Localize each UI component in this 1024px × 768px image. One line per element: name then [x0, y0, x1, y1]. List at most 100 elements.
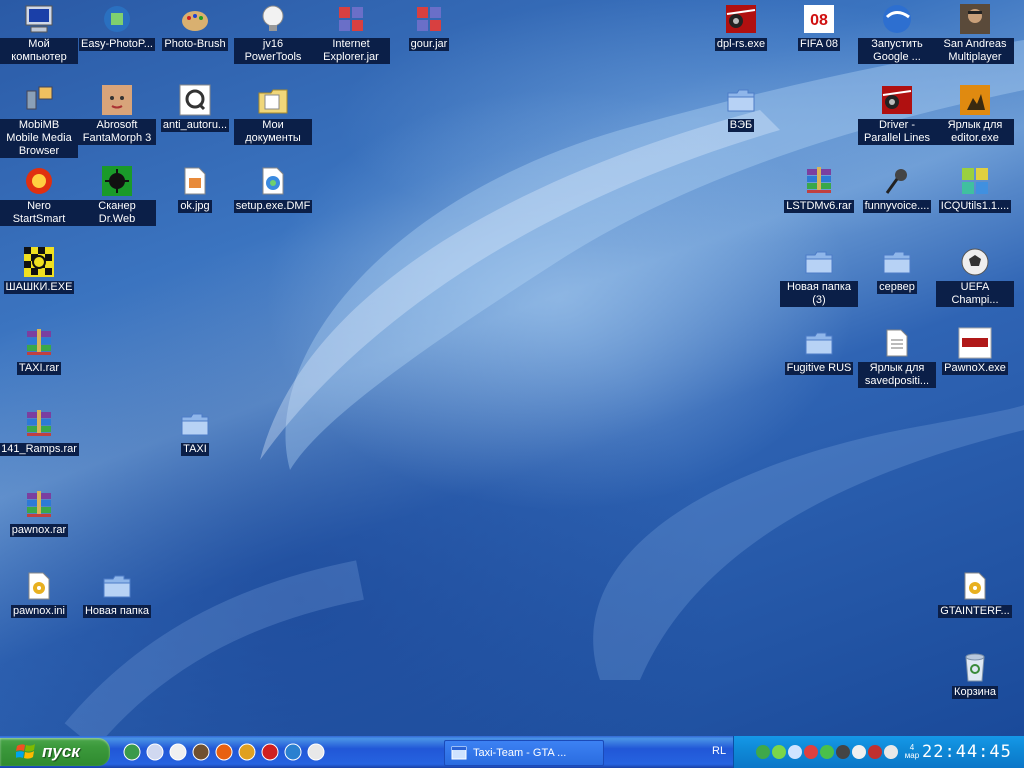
- desktop-icon[interactable]: setup.exe.DMF: [233, 164, 313, 213]
- desktop-icon[interactable]: Корзина: [936, 650, 1014, 699]
- pawnox-icon: [958, 326, 992, 360]
- desktop-icon[interactable]: ICQUtils1.1....: [936, 164, 1014, 213]
- desktop-icon[interactable]: Ярлык для savedpositi...: [858, 326, 936, 388]
- network-icon[interactable]: [756, 745, 770, 759]
- desktop-icon[interactable]: TAXI: [156, 407, 234, 456]
- folder-icon: [724, 83, 758, 117]
- desktop-icon[interactable]: Internet Explorer.jar: [312, 2, 390, 64]
- desktop-icon[interactable]: 08 FIFA 08: [780, 2, 858, 51]
- face-icon: [100, 83, 134, 117]
- disconnect-icon[interactable]: [868, 745, 882, 759]
- desktop-icon[interactable]: Новая папка: [78, 569, 156, 618]
- desktop-icon-label: funnyvoice....: [862, 200, 932, 213]
- desktop-icon[interactable]: ВЭБ: [702, 83, 780, 132]
- desktop-icon[interactable]: Easy-PhotoP...: [78, 2, 156, 51]
- editor-icon: [958, 83, 992, 117]
- desktop-icon-label: Запустить Google ...: [858, 38, 936, 64]
- flower-icon[interactable]: [772, 745, 786, 759]
- mail-icon[interactable]: [852, 745, 866, 759]
- game-icon[interactable]: [191, 742, 211, 762]
- desktop-icon[interactable]: ШАШКИ.EXE: [0, 245, 78, 294]
- start-button[interactable]: пуск: [0, 738, 110, 766]
- desktop-icon-label: jv16 PowerTools: [234, 38, 312, 64]
- rar-icon: [22, 326, 56, 360]
- taskbar-window-button[interactable]: Taxi-Team - GTA ...: [444, 740, 604, 766]
- language-indicator[interactable]: RL: [712, 745, 726, 757]
- clock[interactable]: 22:44:45: [922, 742, 1012, 762]
- desktop-icon[interactable]: anti_autoru...: [156, 83, 234, 132]
- jar-icon: [334, 2, 368, 36]
- jar-icon: [412, 2, 446, 36]
- desktop-icon-label: pawnox.ini: [11, 605, 67, 618]
- desktop-icon[interactable]: dpl-rs.exe: [702, 2, 780, 51]
- taskbar-window-label: Taxi-Team - GTA ...: [473, 747, 567, 759]
- desktop-icon[interactable]: Запустить Google ...: [858, 2, 936, 64]
- desktop-icon[interactable]: funnyvoice....: [858, 164, 936, 213]
- my-computer-icon: [22, 2, 56, 36]
- phone-icon: [22, 83, 56, 117]
- antivirus-icon[interactable]: [804, 745, 818, 759]
- rar-icon: [22, 407, 56, 441]
- ie-icon[interactable]: [283, 742, 303, 762]
- date-month: мар: [904, 751, 920, 760]
- desktop-icon[interactable]: LSTDMv6.rar: [780, 164, 858, 213]
- at-icon[interactable]: [214, 742, 234, 762]
- desktop-icon[interactable]: GTAINTERF...: [936, 569, 1014, 618]
- media-icon[interactable]: [145, 742, 165, 762]
- desktop-icon-label: Easy-PhotoP...: [79, 38, 155, 51]
- desktop-icon-label: Driver - Parallel Lines: [858, 119, 936, 145]
- desktop-icon[interactable]: PawnoX.exe: [936, 326, 1014, 375]
- phone-icon[interactable]: [260, 742, 280, 762]
- desktop-icon[interactable]: Driver - Parallel Lines: [858, 83, 936, 145]
- icq-icon[interactable]: [820, 745, 834, 759]
- desktop-icon[interactable]: Nero StartSmart: [0, 164, 78, 226]
- q-icon: [178, 83, 212, 117]
- desktop-icon-label: PawnoX.exe: [942, 362, 1008, 375]
- desktop-icon[interactable]: Мой компьютер: [0, 2, 78, 64]
- ini-file-icon: [22, 569, 56, 603]
- volume-icon[interactable]: [884, 745, 898, 759]
- taskbar: пуск Taxi-Team - GTA ... RL 4 мар 22:44:…: [0, 736, 1024, 768]
- rar-icon: [22, 488, 56, 522]
- desktop: Мой компьютер Easy-PhotoP... Photo-Brush jv…: [0, 0, 1024, 736]
- aim-icon[interactable]: [237, 742, 257, 762]
- desktop-icon-label: Мой компьютер: [0, 38, 78, 64]
- desktop-icon[interactable]: Ярлык для editor.exe: [936, 83, 1014, 145]
- desktop-icon[interactable]: pawnox.ini: [0, 569, 78, 618]
- image-file-icon: [178, 164, 212, 198]
- desktop-icon[interactable]: 141_Ramps.rar: [0, 407, 79, 456]
- desktop-icon[interactable]: gour.jar: [390, 2, 468, 51]
- desktop-icon[interactable]: Новая папка (3): [780, 245, 858, 307]
- svg-text:08: 08: [810, 12, 828, 29]
- ini-file-icon: [958, 569, 992, 603]
- desktop-icon-label: pawnox.rar: [9, 524, 69, 537]
- desktop-icon[interactable]: TAXI.rar: [0, 326, 78, 375]
- desktop-icon[interactable]: pawnox.rar: [0, 488, 78, 537]
- desktop-icon-label: LSTDMv6.rar: [784, 200, 854, 213]
- player-icon[interactable]: [306, 742, 326, 762]
- dragon-icon[interactable]: [836, 745, 850, 759]
- desktop-icon[interactable]: Сканер Dr.Web: [78, 164, 156, 226]
- folder-icon: [802, 245, 836, 279]
- desktop-icon[interactable]: сервер: [858, 245, 936, 294]
- desktop-icon-label: UEFA Champi...: [936, 281, 1014, 307]
- desktop-icon-label: Internet Explorer.jar: [312, 38, 390, 64]
- earth-icon[interactable]: [122, 742, 142, 762]
- desktop-icon-label: сервер: [877, 281, 917, 294]
- desktop-icon[interactable]: Мои документы: [234, 83, 312, 145]
- desktop-icon[interactable]: Fugitive RUS: [780, 326, 858, 375]
- bulb-icon[interactable]: [168, 742, 188, 762]
- desktop-icon[interactable]: UEFA Champi...: [936, 245, 1014, 307]
- my-documents-icon: [256, 83, 290, 117]
- car-game-icon: [880, 83, 914, 117]
- desktop-icon[interactable]: ok.jpg: [156, 164, 234, 213]
- desktop-icon[interactable]: jv16 PowerTools: [234, 2, 312, 64]
- desktop-icon[interactable]: Abrosoft FantaMorph 3: [78, 83, 156, 145]
- desktop-icon[interactable]: San Andreas Multiplayer: [936, 2, 1014, 64]
- desktop-icon[interactable]: MobiMB Mobile Media Browser: [0, 83, 78, 158]
- desktop-icon[interactable]: Photo-Brush: [156, 2, 234, 51]
- desktop-icon-label: Сканер Dr.Web: [78, 200, 156, 226]
- tray-date: 4 мар: [904, 744, 920, 760]
- chart-icon[interactable]: [788, 745, 802, 759]
- checkers-icon: [22, 245, 56, 279]
